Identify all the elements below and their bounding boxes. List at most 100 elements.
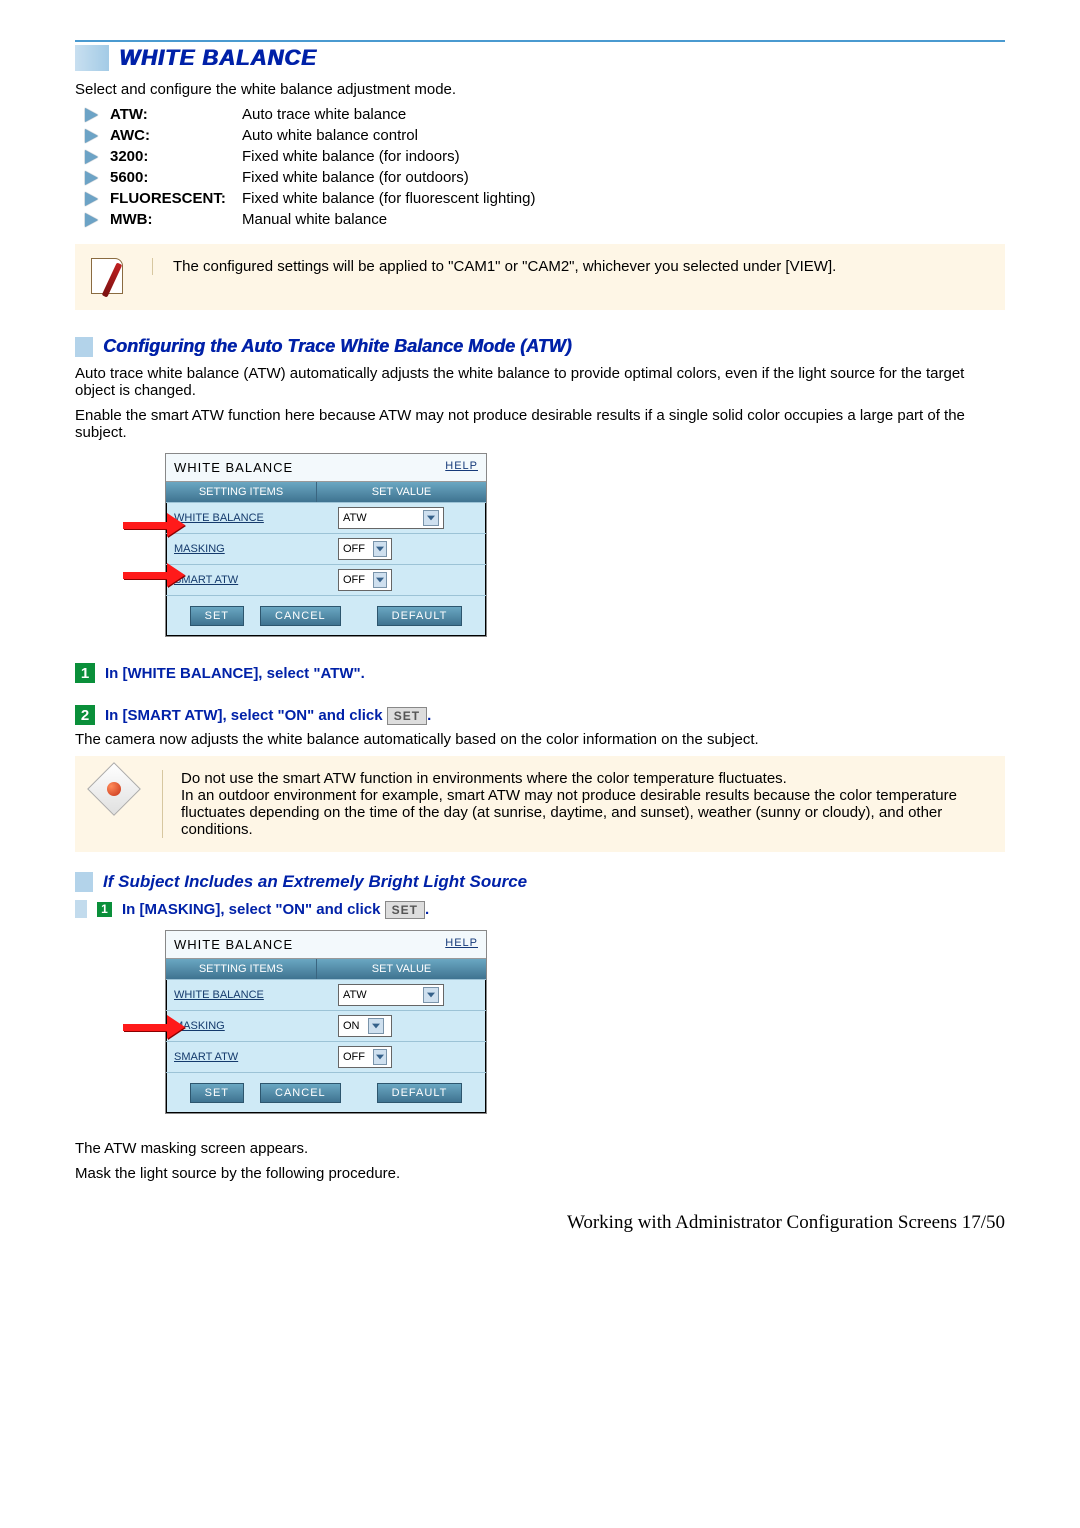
mode-desc: Fixed white balance (for indoors) — [242, 148, 460, 165]
step-number: 1 — [75, 663, 95, 683]
header-accent-bar — [75, 45, 109, 71]
subsubheader-accent-bar — [75, 872, 93, 892]
step-text-post: . — [427, 707, 431, 724]
mode-term: 5600: — [110, 169, 242, 186]
bullet-icon — [85, 192, 98, 206]
help-link[interactable]: HELP — [445, 937, 478, 952]
row-label[interactable]: WHITE BALANCE — [166, 506, 332, 530]
sub1-para2: Enable the smart ATW function here becau… — [75, 407, 1005, 441]
subsection-title: Configuring the Auto Trace White Balance… — [103, 336, 572, 357]
warning-box: Do not use the smart ATW function in env… — [75, 756, 1005, 852]
chevron-down-icon — [423, 987, 439, 1003]
help-link[interactable]: HELP — [445, 460, 478, 475]
section-topline — [75, 40, 1005, 42]
set-button-inline: SET — [387, 707, 427, 725]
panel-row-wb: WHITE BALANCE ATW — [166, 502, 486, 533]
warning-text: Do not use the smart ATW function in env… — [162, 770, 989, 838]
page-footer: Working with Administrator Configuration… — [75, 1212, 1005, 1234]
step-text: In [SMART ATW], select "ON" and click SE… — [105, 707, 431, 724]
tail-p1: The ATW masking screen appears. — [75, 1140, 1005, 1157]
masking-select[interactable]: ON — [338, 1015, 392, 1037]
wb-panel-screenshot-1: WHITE BALANCE HELP SETTING ITEMS SET VAL… — [165, 453, 1005, 637]
mode-row: AWC: Auto white balance control — [85, 125, 1005, 146]
note-text: The configured settings will be applied … — [152, 258, 836, 275]
panel-col-headers: SETTING ITEMS SET VALUE — [166, 482, 486, 502]
mode-desc: Auto trace white balance — [242, 106, 406, 123]
col-header-value: SET VALUE — [317, 482, 486, 502]
step2-followup: The camera now adjusts the white balance… — [75, 731, 1005, 748]
row-label[interactable]: WHITE BALANCE — [166, 983, 332, 1007]
substep-post: . — [425, 901, 429, 918]
panel-button-row: SET CANCEL DEFAULT — [166, 595, 486, 636]
mode-desc: Auto white balance control — [242, 127, 418, 144]
section-header: WHITE BALANCE — [75, 45, 1005, 71]
step-text: In [MASKING], select "ON" and click SET. — [122, 901, 429, 918]
settings-panel: WHITE BALANCE HELP SETTING ITEMS SET VAL… — [165, 930, 487, 1114]
step-2: 2 In [SMART ATW], select "ON" and click … — [75, 705, 1005, 725]
wb-select[interactable]: ATW — [338, 984, 444, 1006]
set-button[interactable]: SET — [190, 606, 244, 626]
mode-row: 5600: Fixed white balance (for outdoors) — [85, 167, 1005, 188]
mode-term: ATW: — [110, 106, 242, 123]
bullet-icon — [85, 213, 98, 227]
warn-line-1: Do not use the smart ATW function in env… — [181, 770, 989, 787]
tail-p2: Mask the light source by the following p… — [75, 1165, 1005, 1182]
col-header-items: SETTING ITEMS — [166, 959, 317, 979]
step-number: 1 — [97, 902, 112, 917]
mode-term: MWB: — [110, 211, 242, 228]
set-button[interactable]: SET — [190, 1083, 244, 1103]
red-arrow-icon — [123, 513, 185, 537]
panel-title-text: WHITE BALANCE — [174, 937, 293, 952]
step-text-pre: In [SMART ATW], select "ON" and click — [105, 707, 387, 724]
note-box: The configured settings will be applied … — [75, 244, 1005, 310]
panel-row-smartatw: SMART ATW OFF — [166, 564, 486, 595]
row-label[interactable]: SMART ATW — [166, 568, 332, 592]
panel-title-text: WHITE BALANCE — [174, 460, 293, 475]
default-button[interactable]: DEFAULT — [377, 1083, 463, 1103]
panel-titlebar: WHITE BALANCE HELP — [166, 931, 486, 959]
col-header-value: SET VALUE — [317, 959, 486, 979]
panel-row-masking: MASKING ON — [166, 1010, 486, 1041]
panel-titlebar: WHITE BALANCE HELP — [166, 454, 486, 482]
mode-term: AWC: — [110, 127, 242, 144]
masking-select[interactable]: OFF — [338, 538, 392, 560]
intro-text: Select and configure the white balance a… — [75, 81, 1005, 98]
step-number: 2 — [75, 705, 95, 725]
col-header-items: SETTING ITEMS — [166, 482, 317, 502]
substep-pre: In [MASKING], select "ON" and click — [122, 901, 385, 918]
mode-definitions: ATW: Auto trace white balance AWC: Auto … — [85, 104, 1005, 230]
row-label[interactable]: MASKING — [166, 1014, 332, 1038]
chevron-down-icon — [373, 541, 387, 557]
bullet-icon — [85, 171, 98, 185]
sub1-para1: Auto trace white balance (ATW) automatic… — [75, 365, 1005, 399]
red-arrow-icon — [123, 563, 185, 587]
panel-button-row: SET CANCEL DEFAULT — [166, 1072, 486, 1113]
cancel-button[interactable]: CANCEL — [260, 1083, 341, 1103]
mode-row: MWB: Manual white balance — [85, 209, 1005, 230]
row-label[interactable]: SMART ATW — [166, 1045, 332, 1069]
warn-line-2: In an outdoor environment for example, s… — [181, 787, 989, 838]
mode-row: ATW: Auto trace white balance — [85, 104, 1005, 125]
panel-row-masking: MASKING OFF — [166, 533, 486, 564]
cancel-button[interactable]: CANCEL — [260, 606, 341, 626]
smartatw-select[interactable]: OFF — [338, 569, 392, 591]
note-icon — [91, 258, 127, 296]
subsubsection-header: If Subject Includes an Extremely Bright … — [75, 872, 1005, 892]
set-button-inline: SET — [385, 901, 425, 919]
chevron-down-icon — [373, 572, 387, 588]
subsubsection-title: If Subject Includes an Extremely Bright … — [103, 872, 527, 892]
panel-col-headers: SETTING ITEMS SET VALUE — [166, 959, 486, 979]
step-1: 1 In [WHITE BALANCE], select "ATW". — [75, 663, 1005, 683]
mode-desc: Fixed white balance (for outdoors) — [242, 169, 469, 186]
substep: 1 In [MASKING], select "ON" and click SE… — [75, 900, 1005, 918]
red-arrow-icon — [123, 1015, 185, 1039]
chevron-down-icon — [423, 510, 439, 526]
bullet-icon — [85, 108, 98, 122]
wb-select[interactable]: ATW — [338, 507, 444, 529]
bullet-icon — [85, 129, 98, 143]
default-button[interactable]: DEFAULT — [377, 606, 463, 626]
step-text: In [WHITE BALANCE], select "ATW". — [105, 665, 365, 682]
row-label[interactable]: MASKING — [166, 537, 332, 561]
smartatw-select[interactable]: OFF — [338, 1046, 392, 1068]
wb-panel-screenshot-2: WHITE BALANCE HELP SETTING ITEMS SET VAL… — [165, 930, 1005, 1114]
